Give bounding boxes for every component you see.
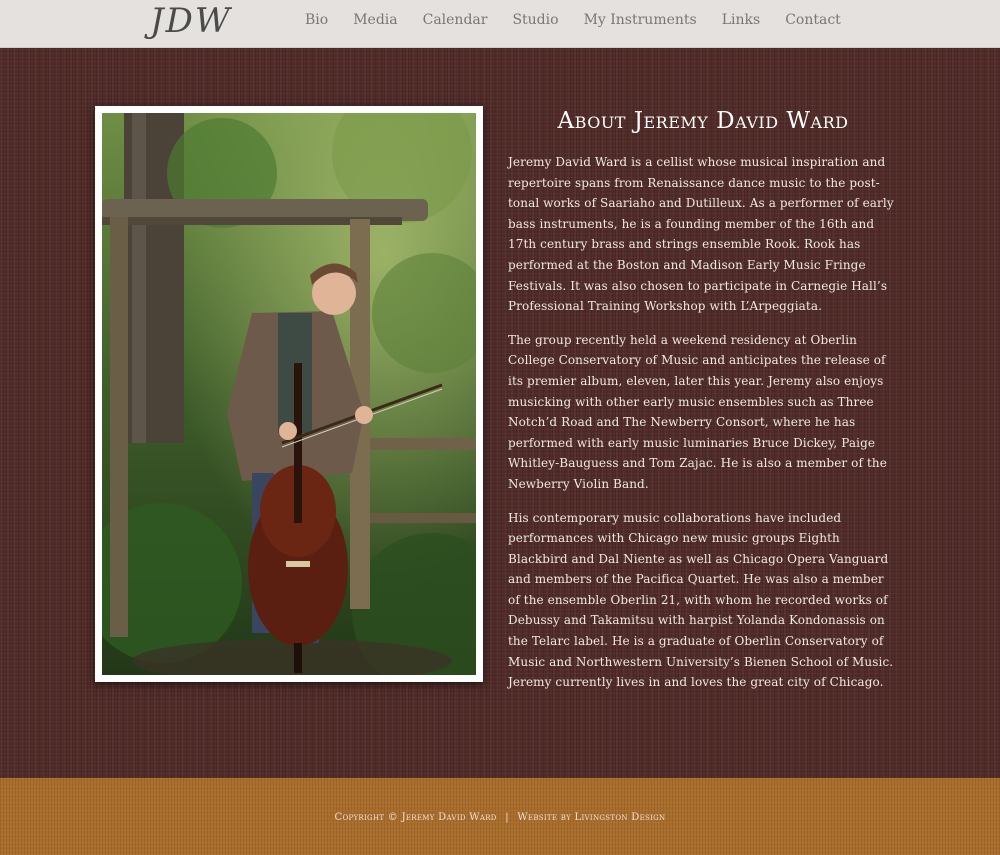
nav-link-studio[interactable]: Studio [512,0,558,40]
nav-link-media[interactable]: Media [353,0,397,40]
footer-text: Copyright © Jeremy David Ward | Website … [0,812,1000,823]
main-nav: Bio Media Calendar Studio My Instruments… [305,0,866,40]
portrait-photo-frame [95,106,483,682]
site-footer: Copyright © Jeremy David Ward | Website … [0,778,1000,855]
site-header: JDW Bio Media Calendar Studio My Instrum… [0,0,1000,48]
portrait-photo [102,113,476,675]
nav-link-links[interactable]: Links [722,0,760,40]
nav-link-calendar[interactable]: Calendar [423,0,488,40]
site-logo[interactable]: JDW [150,1,232,41]
footer-separator: | [505,812,509,823]
bio-paragraph: The group recently held a weekend reside… [508,332,887,491]
bio-paragraph: Jeremy David Ward is a cellist whose mus… [508,155,894,314]
bio-paragraph: His contemporary music collaborations ha… [508,510,894,690]
cellist-portrait-image [102,113,476,675]
nav-link-my-instruments[interactable]: My Instruments [584,0,697,40]
copyright-text: Copyright © Jeremy David Ward [334,812,497,823]
website-credit-link[interactable]: Website by Livingston Design [517,812,665,823]
page-title: About Jeremy David Ward [557,108,849,134]
nav-link-bio[interactable]: Bio [305,0,328,40]
main-content-area: About Jeremy David Ward Jeremy David War… [0,48,1000,778]
nav-link-contact[interactable]: Contact [785,0,841,40]
bio-content: About Jeremy David Ward Jeremy David War… [508,108,898,706]
